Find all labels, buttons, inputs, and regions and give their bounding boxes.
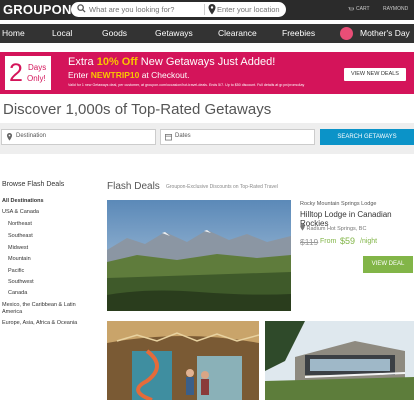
days-word: Days xyxy=(28,63,47,72)
deal-brand[interactable]: Rocky Mountain Springs Lodge xyxy=(300,201,376,207)
waterpark-image xyxy=(107,321,259,400)
cart-label: CART xyxy=(356,6,370,12)
cart-icon xyxy=(348,6,354,10)
search-getaways-button[interactable]: SEARCH GETAWAYS xyxy=(320,129,414,145)
location-pin-icon xyxy=(300,224,305,231)
promo-code-line: Enter NEWTRIP10 at Checkout. xyxy=(68,70,190,80)
deal-from-label: From xyxy=(320,238,337,245)
sidebar-item-southwest[interactable]: Southwest xyxy=(8,279,34,285)
top-bar: GROUPON CART RAYMOND xyxy=(0,0,414,20)
user-menu[interactable]: RAYMOND xyxy=(383,6,408,12)
sidebar-item-southeast[interactable]: Southeast xyxy=(8,233,33,239)
page-headline: Discover 1,000s of Top-Rated Getaways xyxy=(3,101,272,118)
flower-icon xyxy=(340,27,353,40)
sidebar-item-canada[interactable]: Canada xyxy=(8,290,27,296)
promo-headline: Extra 10% Off New Getaways Just Added! xyxy=(68,56,276,68)
main-nav: Home Local Goods Getaways Clearance Free… xyxy=(0,24,414,43)
search-input[interactable] xyxy=(89,3,199,16)
promo-banner: 2 Days Only! Extra 10% Off New Getaways … xyxy=(0,52,414,94)
getaway-filter-bar: Destination Dates SEARCH GETAWAYS xyxy=(0,123,414,154)
deal-photo[interactable] xyxy=(107,200,291,311)
deal-location-label: Radium Hot Springs, BC xyxy=(306,226,367,232)
sidebar-item-europe-asia[interactable]: Europe, Asia, Africa & Oceania xyxy=(2,320,77,326)
sidebar-item-all[interactable]: All Destinations xyxy=(2,198,44,204)
nav-freebies[interactable]: Freebies xyxy=(282,28,315,38)
nav-clearance[interactable]: Clearance xyxy=(218,28,257,38)
deal-old-price: $119 xyxy=(300,237,319,247)
deal-location: Radium Hot Springs, BC xyxy=(300,224,366,232)
days-number: 2 xyxy=(9,59,23,87)
mountain-landscape-image xyxy=(107,200,291,311)
calendar-icon xyxy=(165,134,172,141)
promo-fine-print: Valid for 1 new Getaways deal, per custo… xyxy=(68,83,305,87)
deal-per-night: /night xyxy=(360,238,378,245)
only-word: Only! xyxy=(27,74,46,83)
sidebar-item-northeast[interactable]: Northeast xyxy=(8,221,32,227)
search-box xyxy=(71,2,286,17)
days-badge: 2 Days Only! xyxy=(4,55,52,91)
deal-new-price: $59 xyxy=(340,236,356,246)
nav-local[interactable]: Local xyxy=(52,28,72,38)
sidebar-item-usa-canada[interactable]: USA & Canada xyxy=(2,209,39,215)
search-divider xyxy=(204,4,205,15)
flash-deals-heading: Flash Deals xyxy=(107,181,160,192)
destination-placeholder: Destination xyxy=(16,133,47,139)
deal-card-waterpark[interactable] xyxy=(107,321,259,400)
sidebar-item-mexico-caribbean[interactable]: Mexico, the Caribbean & Latin America xyxy=(2,302,88,316)
dates-field[interactable]: Dates xyxy=(160,129,315,145)
nav-goods[interactable]: Goods xyxy=(102,28,127,38)
location-pin-icon xyxy=(6,133,13,141)
nav-home[interactable]: Home xyxy=(2,28,25,38)
lake-house-image xyxy=(265,321,414,400)
dates-placeholder: Dates xyxy=(175,133,191,139)
sidebar-item-mountain[interactable]: Mountain xyxy=(8,256,31,262)
nav-mothers-day[interactable]: Mother's Day xyxy=(360,28,410,38)
nav-getaways[interactable]: Getaways xyxy=(155,28,193,38)
location-pin-icon xyxy=(208,4,216,15)
view-deal-button[interactable]: VIEW DEAL xyxy=(363,256,413,273)
location-input[interactable] xyxy=(217,3,285,16)
sidebar-item-midwest[interactable]: Midwest xyxy=(8,245,28,251)
search-icon xyxy=(77,4,86,13)
view-new-deals-button[interactable]: VIEW NEW DEALS xyxy=(344,68,406,81)
cart-link[interactable]: CART xyxy=(348,6,370,12)
sidebar-title: Browse Flash Deals xyxy=(2,181,65,188)
sidebar-item-pacific[interactable]: Pacific xyxy=(8,268,24,274)
destination-field[interactable]: Destination xyxy=(1,129,156,145)
groupon-logo[interactable]: GROUPON xyxy=(3,2,72,17)
deal-card-house[interactable] xyxy=(265,321,414,400)
flash-deals-subheading: Groupon-Exclusive Discounts on Top-Rated… xyxy=(166,184,278,190)
